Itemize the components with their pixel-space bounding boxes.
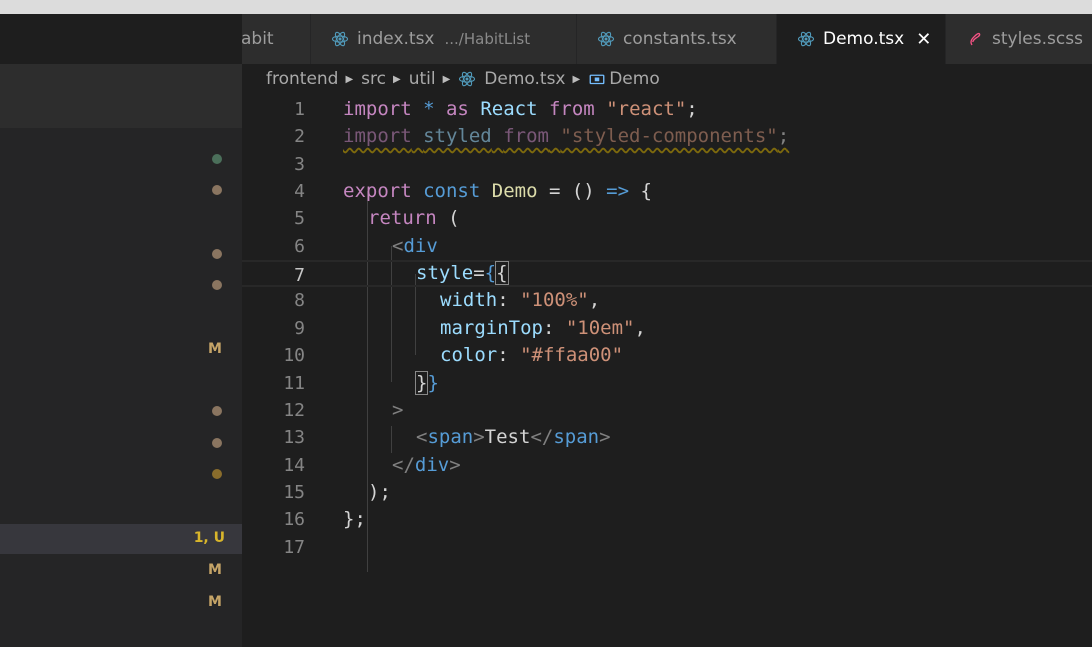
- code-text: </div>: [392, 454, 461, 476]
- code-line[interactable]: 15 );: [242, 479, 1092, 506]
- tab-demo-tsx[interactable]: Demo.tsx ✕: [777, 14, 946, 64]
- chevron-right-icon: ▶: [393, 73, 401, 85]
- react-icon: [459, 71, 476, 87]
- line-number: 15: [283, 482, 305, 503]
- tab-habit[interactable]: abit: [242, 14, 311, 64]
- code-line[interactable]: 16 };: [242, 506, 1092, 533]
- code-line[interactable]: 2 import styled from "styled-components"…: [242, 123, 1092, 150]
- line-number: 4: [294, 181, 305, 202]
- line-number: 6: [294, 236, 305, 257]
- code-line[interactable]: 10 color: "#ffaa00": [242, 342, 1092, 369]
- code-line[interactable]: 12 >: [242, 397, 1092, 424]
- code-line[interactable]: 17: [242, 534, 1092, 561]
- code-text: export const Demo = () => {: [343, 180, 652, 202]
- code-text: <div: [392, 235, 438, 257]
- code-text: );: [368, 481, 391, 503]
- code-text-unused-import: import styled from "styled-components";: [343, 125, 790, 147]
- line-number: 10: [283, 345, 305, 366]
- tab-label: abit: [242, 29, 274, 49]
- code-text: <span>Test</span>: [416, 426, 611, 448]
- editor-tab-bar: abit index.tsx .../HabitList constants.t…: [242, 14, 1092, 64]
- status-dot: [212, 469, 222, 479]
- code-text: return (: [368, 207, 460, 229]
- code-editor[interactable]: 1 import * as React from "react"; 2 impo…: [242, 96, 1092, 647]
- tab-label: styles.scss: [992, 29, 1083, 49]
- code-text: marginTop: "10em",: [440, 317, 646, 339]
- status-dot: [212, 185, 222, 195]
- code-text: }}: [414, 371, 439, 395]
- line-number: 7: [294, 265, 305, 286]
- code-line[interactable]: 11 }}: [242, 370, 1092, 397]
- line-number: 12: [283, 400, 305, 421]
- tab-label: constants.tsx: [623, 29, 737, 49]
- react-icon: [797, 31, 815, 47]
- tab-index-tsx[interactable]: index.tsx .../HabitList: [311, 14, 577, 64]
- code-line[interactable]: 3: [242, 151, 1092, 178]
- breadcrumb-src[interactable]: src: [361, 69, 386, 89]
- code-line[interactable]: 4 export const Demo = () => {: [242, 178, 1092, 205]
- code-line[interactable]: 13 <span>Test</span>: [242, 424, 1092, 451]
- git-status-modified: M: [208, 594, 222, 610]
- status-dot: [212, 406, 222, 416]
- code-text: style={{: [416, 261, 509, 285]
- code-text: };: [343, 508, 366, 530]
- line-number: 5: [294, 208, 305, 229]
- tab-label: index.tsx: [357, 29, 435, 49]
- breadcrumb-symbol[interactable]: Demo: [609, 69, 660, 89]
- code-text: width: "100%",: [440, 289, 601, 311]
- close-icon[interactable]: ✕: [916, 29, 931, 50]
- git-status-untracked: 1, U: [193, 530, 225, 546]
- code-line[interactable]: 6 <div: [242, 233, 1092, 260]
- tab-styles-scss[interactable]: styles.scss: [946, 14, 1092, 64]
- status-dot: [212, 280, 222, 290]
- code-line[interactable]: 9 marginTop: "10em",: [242, 315, 1092, 342]
- breadcrumb: frontend ▶ src ▶ util ▶ Demo.tsx ▶ Demo: [266, 66, 660, 92]
- git-status-modified: M: [208, 341, 222, 357]
- chevron-right-icon: ▶: [345, 73, 354, 85]
- line-number: 3: [294, 154, 305, 175]
- line-number: 8: [294, 290, 305, 311]
- line-number: 11: [283, 373, 305, 394]
- chevron-right-icon: ▶: [442, 73, 451, 85]
- code-line[interactable]: 5 return (: [242, 205, 1092, 232]
- status-dot: [212, 438, 222, 448]
- react-icon: [597, 31, 615, 47]
- tab-constants-tsx[interactable]: constants.tsx: [577, 14, 777, 64]
- tab-label: Demo.tsx: [823, 29, 905, 49]
- chevron-right-icon: ▶: [572, 73, 581, 85]
- breadcrumb-frontend[interactable]: frontend: [266, 69, 338, 89]
- code-line[interactable]: 1 import * as React from "react";: [242, 96, 1092, 123]
- line-number: 9: [294, 318, 305, 339]
- explorer-section-header[interactable]: [0, 64, 242, 128]
- code-line[interactable]: 8 width: "100%",: [242, 287, 1092, 314]
- code-text: import * as React from "react";: [343, 98, 698, 120]
- explorer-header: [0, 14, 242, 64]
- line-number: 2: [294, 126, 305, 147]
- line-number: 16: [283, 509, 305, 530]
- react-icon: [331, 31, 349, 47]
- line-number: 14: [283, 455, 305, 476]
- tab-description: .../HabitList: [444, 30, 531, 48]
- line-number: 17: [283, 537, 305, 558]
- git-status-modified: M: [208, 562, 222, 578]
- status-dot: [212, 154, 222, 164]
- code-line-current[interactable]: 7 style={{: [242, 260, 1092, 287]
- sass-icon: [970, 32, 981, 46]
- window-top-strip: [0, 0, 1092, 14]
- code-text: color: "#ffaa00": [440, 344, 624, 366]
- breadcrumb-file[interactable]: Demo.tsx: [484, 69, 565, 89]
- status-dot: [212, 249, 222, 259]
- line-number: 1: [294, 99, 305, 120]
- code-line[interactable]: 14 </div>: [242, 452, 1092, 479]
- code-text: >: [392, 399, 404, 421]
- symbol-variable-icon: [589, 74, 605, 85]
- line-number: 13: [283, 427, 305, 448]
- breadcrumb-util[interactable]: util: [409, 69, 436, 89]
- explorer-sidebar: M 1, U M M: [0, 14, 242, 647]
